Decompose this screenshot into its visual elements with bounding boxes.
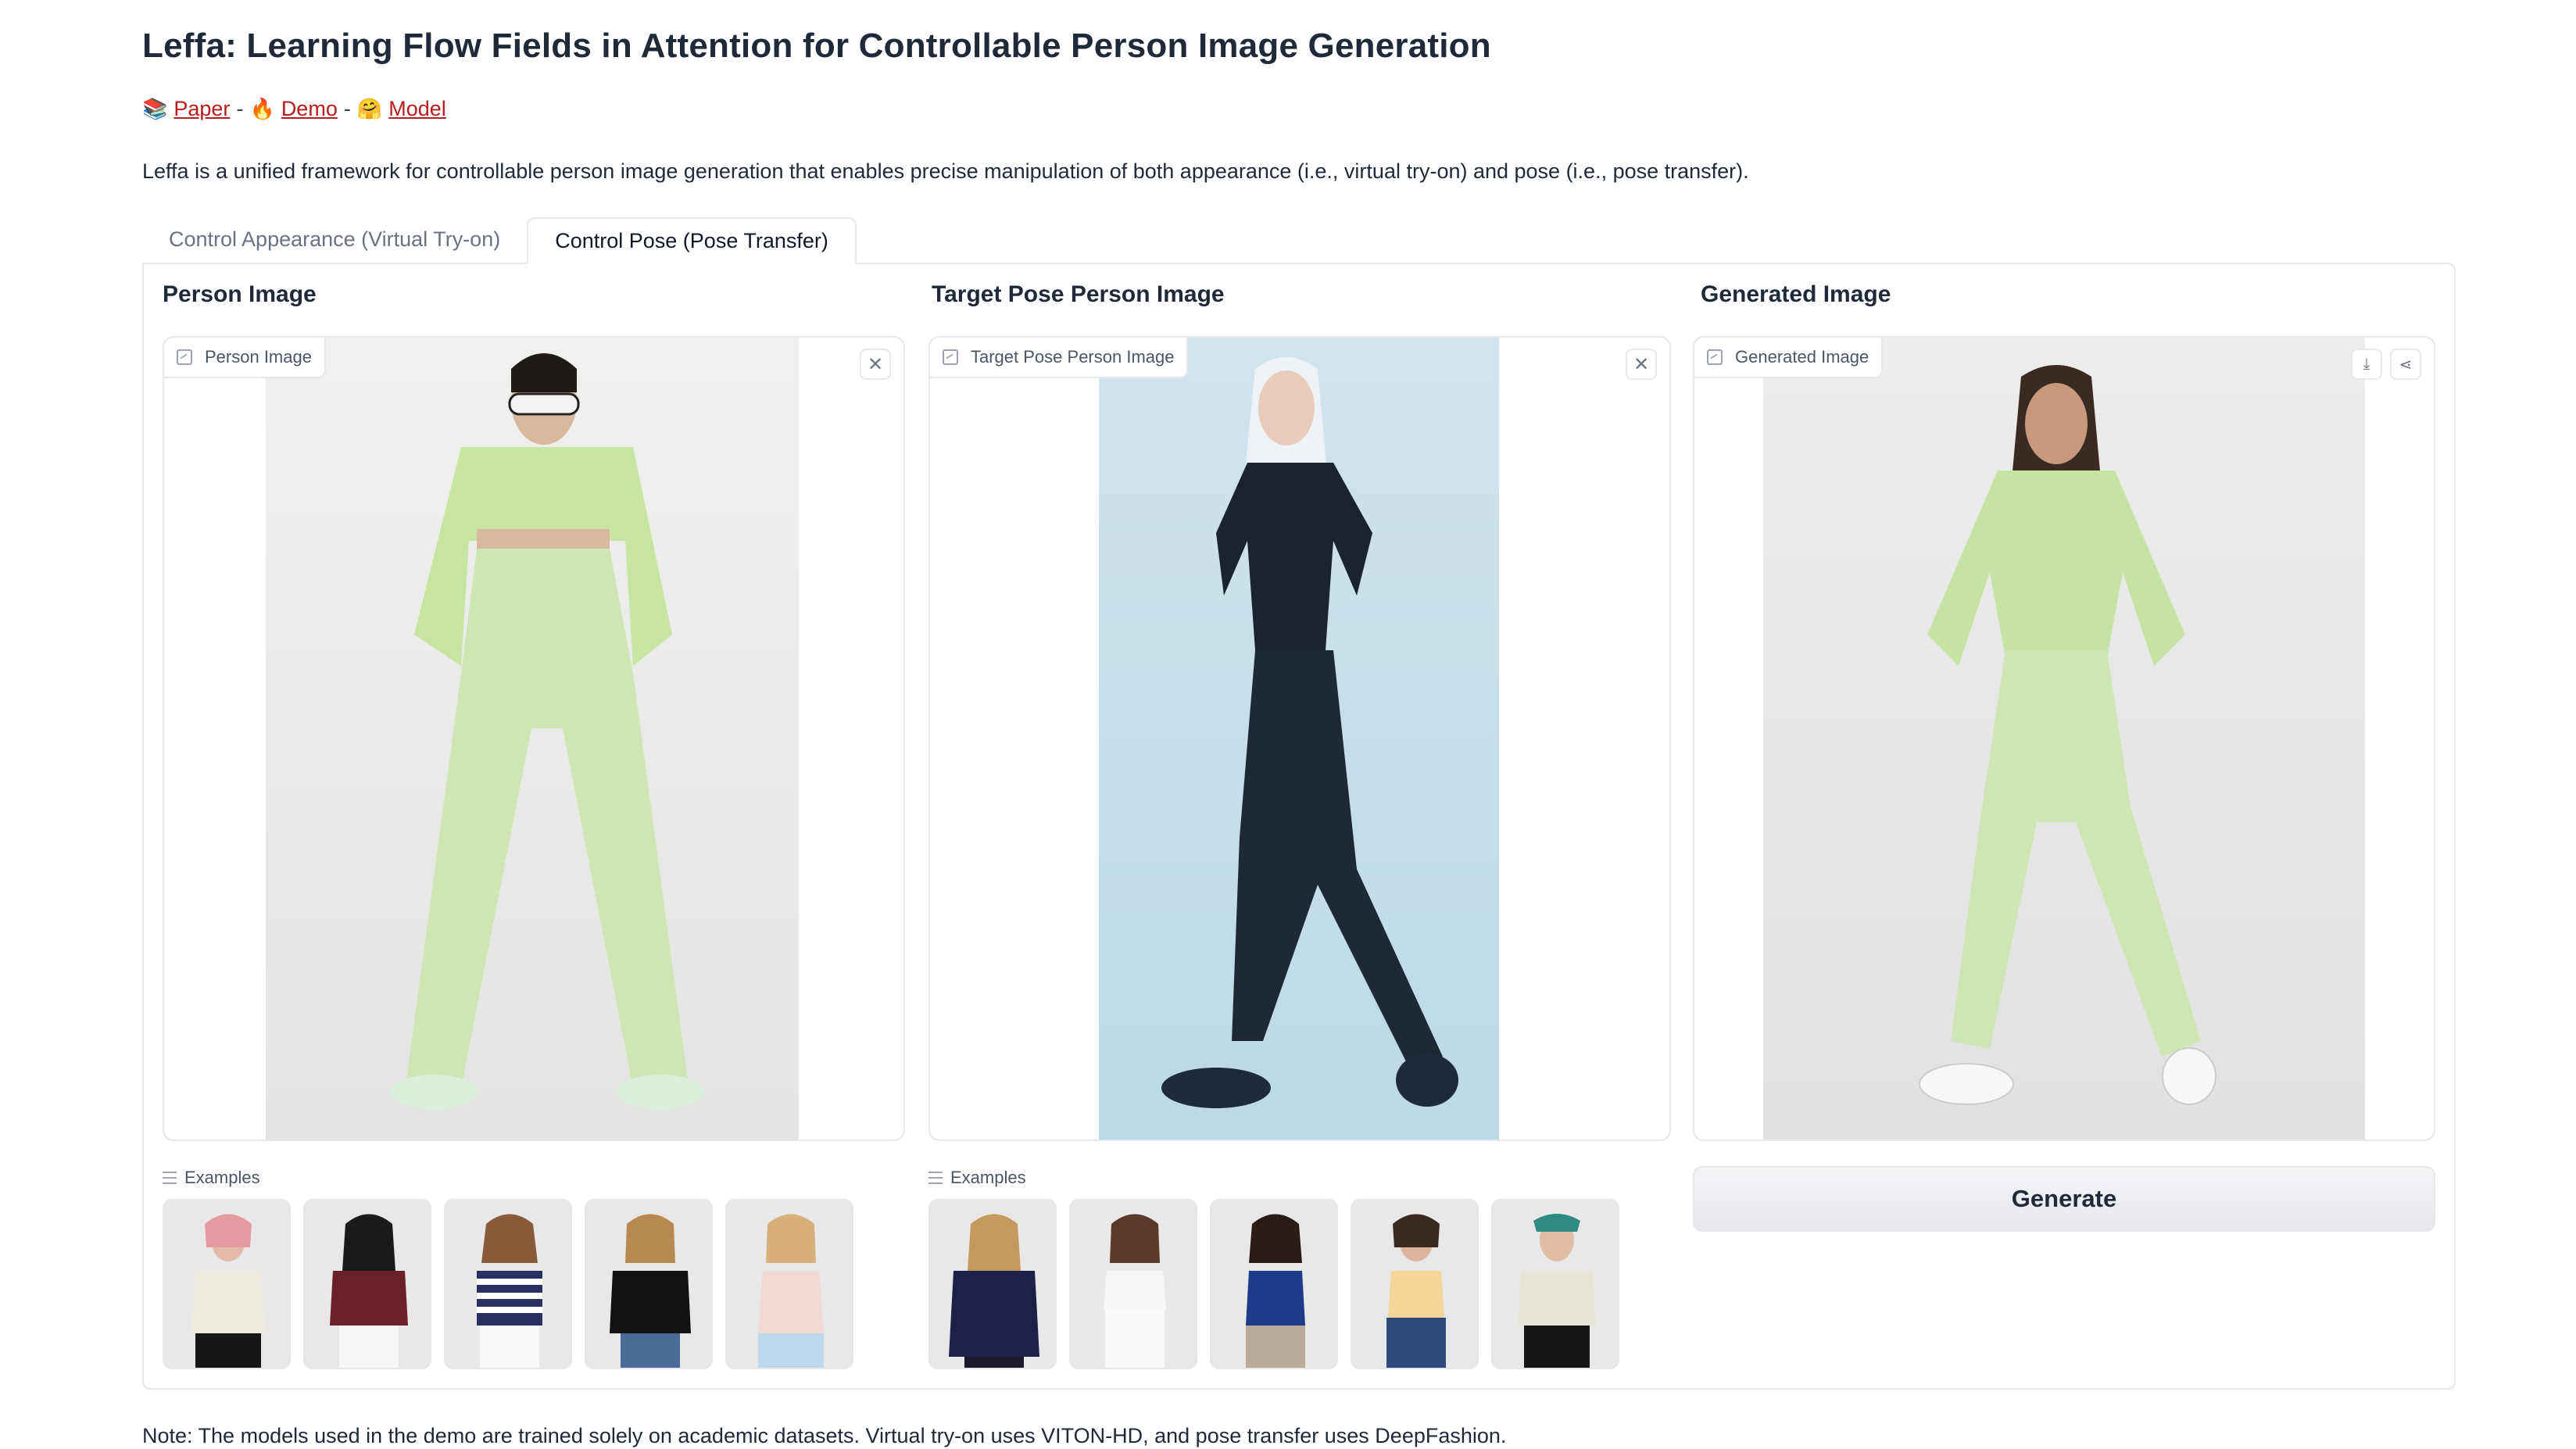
target-pose-photo bbox=[1099, 338, 1499, 1140]
paper-link[interactable]: Paper bbox=[174, 97, 230, 121]
example-figure bbox=[330, 1214, 408, 1368]
person-image-label: Person Image bbox=[164, 338, 326, 378]
person-figure bbox=[391, 353, 703, 1109]
target-pose-figure bbox=[1161, 357, 1458, 1108]
example-figure bbox=[1104, 1214, 1166, 1368]
example-figure bbox=[1518, 1214, 1596, 1368]
generated-image-title: Generated Image bbox=[1701, 281, 1891, 307]
person-image-upload[interactable]: Person Image ✕ bbox=[163, 336, 905, 1141]
example-figure bbox=[477, 1214, 542, 1368]
header-links: 📚 Paper - 🔥 Demo - 🤗 Model bbox=[142, 97, 446, 121]
share-icon[interactable]: ⋖ bbox=[2390, 349, 2421, 380]
person-example-thumbnail[interactable] bbox=[303, 1199, 431, 1369]
example-figure bbox=[758, 1214, 824, 1368]
person-photo bbox=[266, 338, 799, 1140]
person-examples-label: Examples bbox=[163, 1168, 260, 1188]
generated-photo bbox=[1763, 338, 2365, 1140]
target-examples-gallery bbox=[928, 1199, 1619, 1369]
fire-icon: 🔥 bbox=[249, 97, 275, 120]
list-icon bbox=[163, 1172, 177, 1184]
person-examples-gallery bbox=[163, 1199, 853, 1369]
model-link[interactable]: Model bbox=[388, 97, 446, 121]
target-example-thumbnail[interactable] bbox=[1491, 1199, 1619, 1369]
person-example-thumbnail[interactable] bbox=[725, 1199, 853, 1369]
example-figure bbox=[949, 1214, 1039, 1368]
tab-virtual-try-on[interactable]: Control Appearance (Virtual Try-on) bbox=[142, 216, 527, 263]
page-title: Leffa: Learning Flow Fields in Attention… bbox=[142, 27, 1491, 65]
image-icon bbox=[177, 349, 192, 365]
generated-image-label: Generated Image bbox=[1694, 338, 1884, 378]
person-example-thumbnail[interactable] bbox=[163, 1199, 291, 1369]
target-examples-label: Examples bbox=[928, 1168, 1026, 1188]
person-example-thumbnail[interactable] bbox=[585, 1199, 713, 1369]
generate-button[interactable]: Generate bbox=[1693, 1166, 2435, 1232]
description: Leffa is a unified framework for control… bbox=[142, 159, 1749, 183]
target-pose-image-label: Target Pose Person Image bbox=[930, 338, 1189, 378]
tab-pose-transfer[interactable]: Control Pose (Pose Transfer) bbox=[527, 217, 857, 264]
example-figure bbox=[1246, 1214, 1305, 1368]
link-separator: - bbox=[236, 97, 244, 120]
generated-image-output: Generated Image ⤓ ⋖ bbox=[1693, 336, 2435, 1141]
target-example-thumbnail[interactable] bbox=[1210, 1199, 1338, 1369]
target-example-thumbnail[interactable] bbox=[928, 1199, 1057, 1369]
target-example-thumbnail[interactable] bbox=[1069, 1199, 1197, 1369]
hugging-face-icon: 🤗 bbox=[356, 97, 383, 120]
person-image-title: Person Image bbox=[163, 281, 317, 307]
close-icon[interactable]: ✕ bbox=[860, 349, 891, 380]
demo-link[interactable]: Demo bbox=[281, 97, 338, 121]
image-icon bbox=[943, 349, 958, 365]
person-example-thumbnail[interactable] bbox=[444, 1199, 572, 1369]
example-figure bbox=[1386, 1214, 1446, 1368]
link-separator: - bbox=[343, 97, 351, 120]
list-icon bbox=[928, 1172, 943, 1184]
target-example-thumbnail[interactable] bbox=[1351, 1199, 1479, 1369]
footer-note: Note: The models used in the demo are tr… bbox=[142, 1424, 1507, 1447]
tab-bar: Control Appearance (Virtual Try-on) Cont… bbox=[142, 216, 857, 264]
target-pose-title: Target Pose Person Image bbox=[932, 281, 1225, 307]
download-icon[interactable]: ⤓ bbox=[2351, 349, 2382, 380]
target-pose-image-upload[interactable]: Target Pose Person Image ✕ bbox=[928, 336, 1671, 1141]
books-icon: 📚 bbox=[142, 97, 168, 120]
example-figure bbox=[191, 1214, 266, 1368]
example-figure bbox=[610, 1214, 691, 1368]
image-icon bbox=[1707, 349, 1723, 365]
close-icon[interactable]: ✕ bbox=[1626, 349, 1657, 380]
generated-figure bbox=[1919, 365, 2216, 1105]
